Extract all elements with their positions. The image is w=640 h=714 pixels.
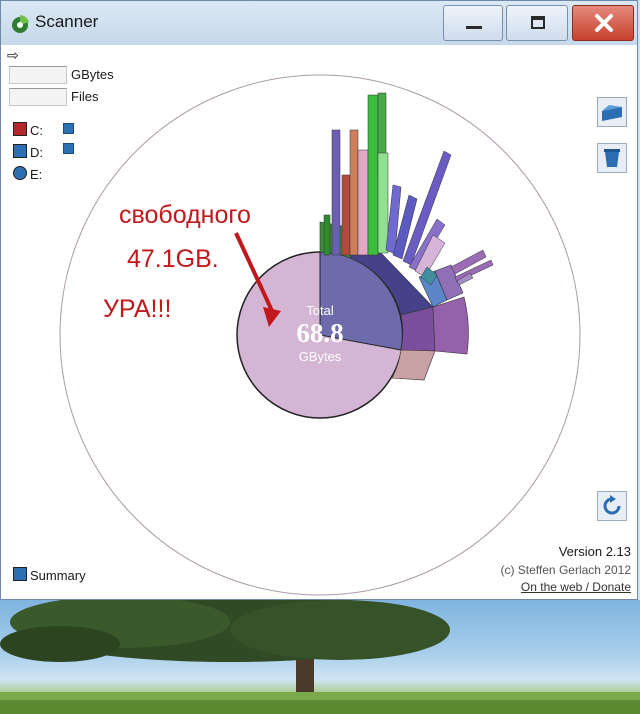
drive-e-label: E: (30, 167, 43, 182)
summary-icon (13, 567, 27, 581)
folder-spike[interactable] (323, 214, 331, 256)
drive-d-expand-button[interactable] (63, 143, 74, 154)
center-total-unit: GBytes (299, 349, 342, 364)
drive-d-label: D: (30, 145, 43, 160)
minimize-button[interactable] (443, 5, 503, 41)
size-unit-label: GBytes (71, 67, 114, 82)
drive-icon[interactable] (597, 97, 627, 127)
folder-spike[interactable] (367, 94, 379, 256)
drive-c-expand-button[interactable] (63, 123, 74, 134)
scanner-window: Scanner Total 68.8 GBytes ⇨ GBytes Files… (0, 0, 638, 600)
annotation-line-2: 47.1GB. (127, 245, 219, 273)
center-total-value: 68.8 (296, 318, 343, 348)
arrow-right-icon[interactable]: ⇨ (7, 47, 19, 64)
web-donate-link[interactable]: On the web / Donate (521, 580, 631, 594)
refresh-icon[interactable] (597, 491, 627, 521)
folder-spike[interactable] (357, 149, 369, 256)
title-bar[interactable]: Scanner (1, 1, 637, 45)
copyright-label: (c) Steffen Gerlach 2012 (500, 563, 631, 577)
close-icon (595, 14, 613, 32)
window-title: Scanner (35, 12, 99, 31)
maximize-icon (531, 16, 545, 29)
ring-segment[interactable] (432, 296, 469, 355)
size-field (9, 66, 67, 84)
minimize-icon (466, 26, 482, 29)
annotation-line-1: свободного (119, 201, 251, 229)
summary-label: Summary (30, 568, 86, 583)
close-button[interactable] (572, 5, 634, 41)
center-total-label: Total (306, 303, 334, 318)
files-label: Files (71, 89, 99, 104)
scanner-app-icon (12, 15, 29, 33)
folder-spike[interactable] (331, 129, 341, 256)
disc-icon (13, 166, 27, 180)
drive-d-icon (13, 144, 27, 158)
folder-spike[interactable] (341, 174, 351, 256)
version-label: Version 2.13 (558, 544, 631, 559)
summary-toggle[interactable]: Summary (13, 567, 86, 583)
folder-spike[interactable] (377, 152, 389, 254)
annotation-line-3: УРА!!! (103, 295, 172, 323)
drive-e[interactable]: E: (13, 166, 42, 182)
client-area: Total 68.8 GBytes ⇨ GBytes Files C: D: E… (7, 45, 633, 599)
drive-c[interactable]: C: (13, 122, 43, 138)
drive-c-label: C: (30, 123, 43, 138)
delete-icon[interactable] (597, 143, 627, 173)
drive-c-icon (13, 122, 27, 136)
folder-spike[interactable] (349, 129, 359, 256)
tree-illustration (0, 600, 640, 714)
drive-d[interactable]: D: (13, 144, 43, 160)
files-field (9, 88, 67, 106)
sunburst-chart: Total 68.8 GBytes (59, 74, 581, 596)
ring-segment[interactable] (400, 306, 436, 352)
desktop-background (0, 600, 640, 714)
maximize-button[interactable] (506, 5, 568, 41)
